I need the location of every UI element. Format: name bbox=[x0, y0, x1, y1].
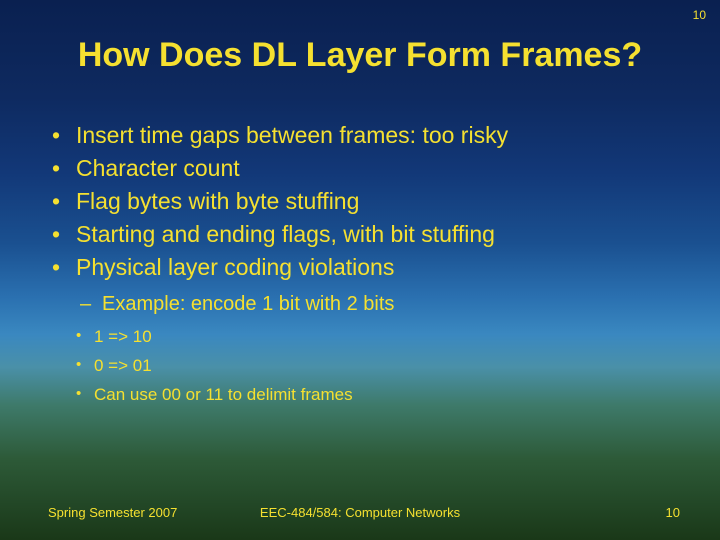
list-item: Example: encode 1 bit with 2 bits bbox=[78, 289, 680, 319]
list-item: Can use 00 or 11 to delimit frames bbox=[74, 381, 680, 410]
slide-title: How Does DL Layer Form Frames? bbox=[0, 36, 720, 75]
list-item: Physical layer coding violations bbox=[48, 252, 680, 283]
subsub-bullet-list: 1 => 10 0 => 01 Can use 00 or 11 to deli… bbox=[74, 323, 680, 410]
sub-bullet-list: Example: encode 1 bit with 2 bits bbox=[78, 289, 680, 319]
bullet-list: Insert time gaps between frames: too ris… bbox=[48, 120, 680, 283]
slide-content: Insert time gaps between frames: too ris… bbox=[48, 120, 680, 410]
footer-right: 10 bbox=[666, 505, 680, 520]
list-item: 0 => 01 bbox=[74, 352, 680, 381]
list-item: 1 => 10 bbox=[74, 323, 680, 352]
footer-center: EEC-484/584: Computer Networks bbox=[0, 505, 720, 520]
list-item: Starting and ending flags, with bit stuf… bbox=[48, 219, 680, 250]
list-item: Insert time gaps between frames: too ris… bbox=[48, 120, 680, 151]
list-item: Character count bbox=[48, 153, 680, 184]
list-item: Flag bytes with byte stuffing bbox=[48, 186, 680, 217]
slide-number-top: 10 bbox=[693, 8, 706, 22]
